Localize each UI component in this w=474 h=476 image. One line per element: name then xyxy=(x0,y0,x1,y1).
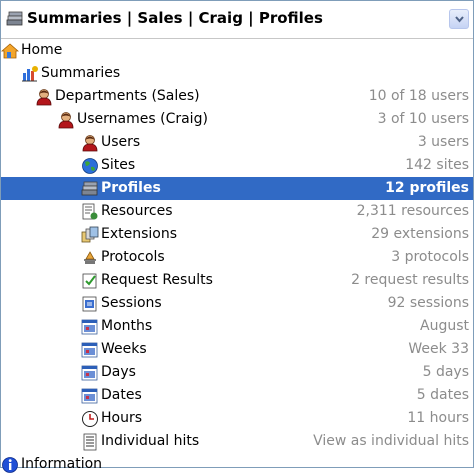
home-icon xyxy=(1,43,19,59)
tree-item-count: 12 profiles xyxy=(385,180,469,196)
navigation-panel: Summaries | Sales | Craig | Profiles Hom… xyxy=(0,0,474,473)
tree-item-summaries[interactable]: Summaries xyxy=(1,62,473,85)
tree-item-label: Individual hits xyxy=(101,433,200,449)
clock-icon xyxy=(82,411,98,427)
dropdown-button[interactable] xyxy=(449,9,469,29)
tree-item-label: Dates xyxy=(101,387,142,403)
tree-item-count: August xyxy=(420,318,469,334)
tree-item-weeks[interactable]: Weeks Week 33 xyxy=(1,338,473,361)
summaries-chart-icon xyxy=(22,66,38,82)
tree-item-count: 10 of 18 users xyxy=(368,88,469,104)
resources-icon xyxy=(82,203,98,220)
user-icon xyxy=(58,112,74,129)
tree-item-resources[interactable]: Resources 2,311 resources xyxy=(1,200,473,223)
tree-item-count: View as individual hits xyxy=(313,433,469,449)
tree-item-users[interactable]: Users 3 users xyxy=(1,131,473,154)
tree-item-label: Sites xyxy=(101,157,136,173)
tree-item-departments-sales[interactable]: Departments (Sales) 10 of 18 users xyxy=(1,85,473,108)
sessions-icon xyxy=(82,296,97,312)
tree-item-label: Home xyxy=(21,42,63,58)
tree-item-extensions[interactable]: Extensions 29 extensions xyxy=(1,223,473,246)
tree-item-label: Information xyxy=(21,456,103,472)
tree-item-individual-hits[interactable]: Individual hits View as individual hits xyxy=(1,430,473,453)
protocols-icon xyxy=(84,251,96,264)
breadcrumb-title: Summaries | Sales | Craig | Profiles xyxy=(27,9,323,27)
tree-item-count: 3 users xyxy=(417,134,469,150)
user-icon xyxy=(36,89,52,106)
tree-item-months[interactable]: Months August xyxy=(1,315,473,338)
calendar-icon xyxy=(81,388,98,404)
tree-item-label: Profiles xyxy=(101,180,161,196)
tree-item-count: Week 33 xyxy=(408,341,469,357)
tree-item-sites[interactable]: Sites 142 sites xyxy=(1,154,473,177)
tree-item-label: Sessions xyxy=(101,295,162,311)
tree-item-profiles[interactable]: Profiles 12 profiles xyxy=(1,177,473,200)
tree-item-count: 3 of 10 users xyxy=(377,111,469,127)
calendar-icon xyxy=(81,319,98,335)
tree-item-label: Months xyxy=(101,318,153,334)
tree-item-sessions[interactable]: Sessions 92 sessions xyxy=(1,292,473,315)
tree-item-hours[interactable]: Hours 11 hours xyxy=(1,407,473,430)
document-list-icon xyxy=(83,433,97,451)
tree-item-count: 2,311 resources xyxy=(356,203,469,219)
tree-item-dates[interactable]: Dates 5 dates xyxy=(1,384,473,407)
tree-item-information[interactable]: Information xyxy=(1,453,473,476)
request-results-icon xyxy=(82,273,97,289)
tree-item-count: 5 dates xyxy=(416,387,469,403)
tree-item-label: Hours xyxy=(101,410,143,426)
tree-item-home[interactable]: Home xyxy=(1,39,473,62)
tree-item-label: Request Results xyxy=(101,272,213,288)
tree-item-label: Protocols xyxy=(101,249,165,265)
globe-icon xyxy=(82,158,98,174)
tree-item-label: Users xyxy=(101,134,141,150)
calendar-icon xyxy=(81,365,98,381)
tree-item-count: 3 protocols xyxy=(391,249,469,265)
extensions-icon xyxy=(81,226,99,243)
tree-item-count: 29 extensions xyxy=(371,226,469,242)
tree-item-label: Departments (Sales) xyxy=(55,88,200,104)
calendar-icon xyxy=(81,342,98,358)
tree-item-count: 11 hours xyxy=(407,410,469,426)
profiles-icon xyxy=(81,181,98,196)
tree-item-label: Resources xyxy=(101,203,173,219)
info-icon xyxy=(2,457,18,473)
tree-item-count: 142 sites xyxy=(405,157,469,173)
chevron-down-icon xyxy=(455,16,464,23)
user-icon xyxy=(82,135,98,152)
tree-item-usernames-craig[interactable]: Usernames (Craig) 3 of 10 users xyxy=(1,108,473,131)
tree-item-label: Summaries xyxy=(41,65,121,81)
tree-item-request-results[interactable]: Request Results 2 request results xyxy=(1,269,473,292)
profiles-icon xyxy=(6,11,23,26)
tree-item-days[interactable]: Days 5 days xyxy=(1,361,473,384)
breadcrumb-dropdown[interactable]: Summaries | Sales | Craig | Profiles xyxy=(1,1,473,39)
tree-item-label: Extensions xyxy=(101,226,178,242)
tree-item-label: Days xyxy=(101,364,136,380)
tree-item-count: 2 request results xyxy=(351,272,469,288)
tree-item-count: 5 days xyxy=(422,364,469,380)
tree-item-protocols[interactable]: Protocols 3 protocols xyxy=(1,246,473,269)
tree-item-count: 92 sessions xyxy=(387,295,469,311)
tree-item-label: Weeks xyxy=(101,341,147,357)
tree-item-label: Usernames (Craig) xyxy=(77,111,208,127)
